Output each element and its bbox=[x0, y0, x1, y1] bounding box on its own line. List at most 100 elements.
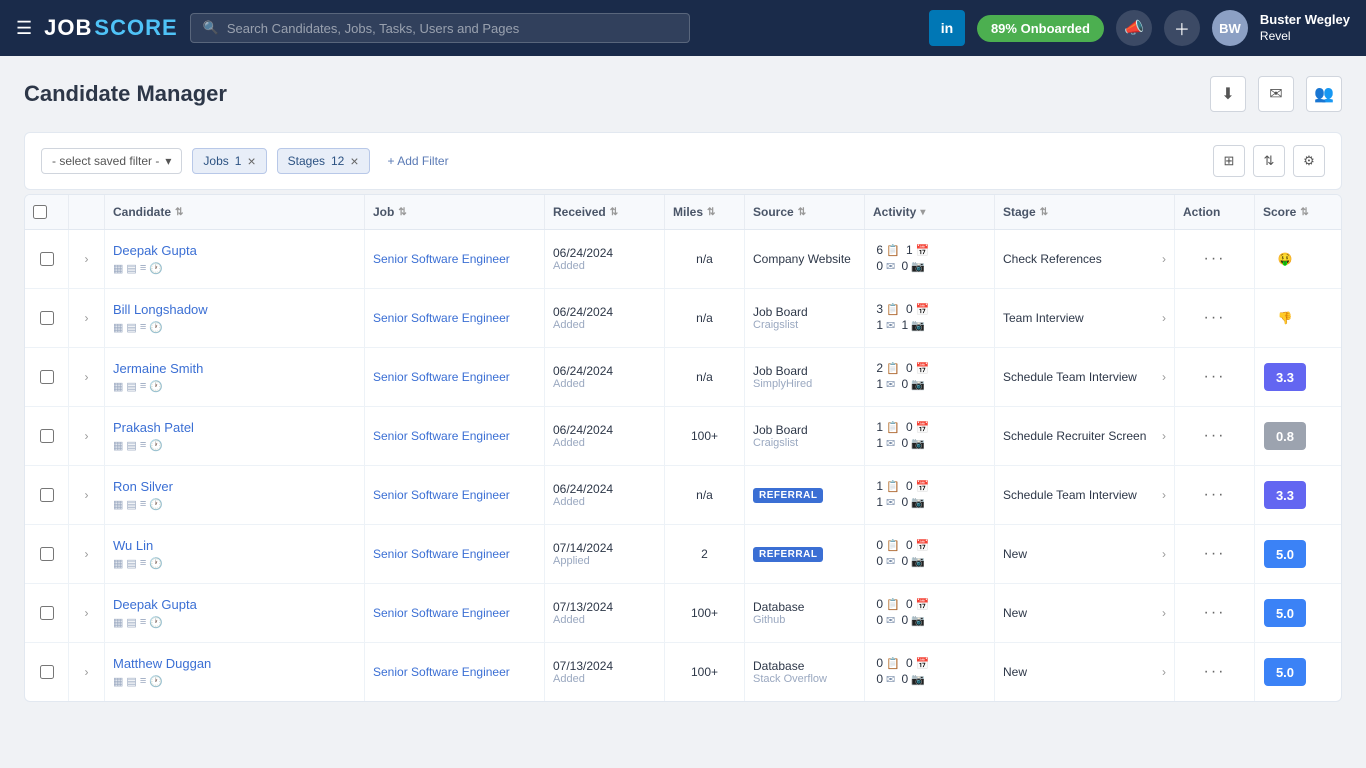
linkedin-button[interactable]: in bbox=[929, 10, 965, 46]
th-candidate[interactable]: Candidate ⇅ bbox=[105, 195, 365, 229]
miles-value: 100+ bbox=[691, 429, 718, 443]
action-menu-button[interactable]: ··· bbox=[1204, 427, 1226, 445]
expand-icon[interactable]: › bbox=[83, 368, 91, 386]
add-filter-button[interactable]: + Add Filter bbox=[380, 150, 457, 172]
people-button[interactable]: 👥 bbox=[1306, 76, 1342, 112]
megaphone-icon-button[interactable]: 📣 bbox=[1116, 10, 1152, 46]
stage-chevron-icon[interactable]: › bbox=[1162, 606, 1166, 620]
candidate-name[interactable]: Prakash Patel bbox=[113, 420, 194, 435]
action-menu-button[interactable]: ··· bbox=[1204, 604, 1226, 622]
row-checkbox[interactable] bbox=[40, 488, 54, 502]
saved-filter-select[interactable]: - select saved filter - ▾ bbox=[41, 148, 182, 174]
job-cell: Senior Software Engineer bbox=[365, 466, 545, 524]
stage-chevron-icon[interactable]: › bbox=[1162, 252, 1166, 266]
jobs-filter-remove[interactable]: × bbox=[247, 153, 255, 169]
stage-chevron-icon[interactable]: › bbox=[1162, 547, 1166, 561]
menu-icon[interactable]: ☰ bbox=[16, 18, 32, 39]
action-cell: ··· bbox=[1175, 525, 1255, 583]
job-link[interactable]: Senior Software Engineer bbox=[373, 252, 510, 266]
row-checkbox[interactable] bbox=[40, 665, 54, 679]
filter-settings-button[interactable]: ⚙ bbox=[1293, 145, 1325, 177]
expand-icon[interactable]: › bbox=[83, 663, 91, 681]
action-menu-button[interactable]: ··· bbox=[1204, 663, 1226, 681]
table-row: › Prakash Patel ▦ ▤ ≡ 🕐 Senior Software … bbox=[25, 407, 1341, 466]
row-checkbox[interactable] bbox=[40, 311, 54, 325]
act-num-2: 0 bbox=[903, 656, 913, 670]
job-link[interactable]: Senior Software Engineer bbox=[373, 488, 510, 502]
candidate-name[interactable]: Matthew Duggan bbox=[113, 656, 211, 671]
candidate-icons: ▦ ▤ ≡ 🕐 bbox=[113, 498, 163, 511]
th-miles[interactable]: Miles ⇅ bbox=[665, 195, 745, 229]
stage-cell: Schedule Team Interview › bbox=[995, 466, 1175, 524]
calendar-icon: 📅 bbox=[916, 539, 930, 552]
action-menu-button[interactable]: ··· bbox=[1204, 250, 1226, 268]
act-num-3: 1 bbox=[873, 436, 883, 450]
stages-filter-remove[interactable]: × bbox=[350, 153, 358, 169]
stage-chevron-icon[interactable]: › bbox=[1162, 429, 1166, 443]
received-date: 06/24/2024 bbox=[553, 482, 613, 496]
candidate-icons: ▦ ▤ ≡ 🕐 bbox=[113, 321, 163, 334]
row-checkbox[interactable] bbox=[40, 429, 54, 443]
job-link[interactable]: Senior Software Engineer bbox=[373, 547, 510, 561]
stage-chevron-icon[interactable]: › bbox=[1162, 311, 1166, 325]
th-activity[interactable]: Activity ▾ bbox=[865, 195, 995, 229]
page-actions: ⬇ ✉ 👥 bbox=[1210, 76, 1342, 112]
expand-icon[interactable]: › bbox=[83, 604, 91, 622]
row-checkbox[interactable] bbox=[40, 370, 54, 384]
activity-col: 0 📋 0 📅 0 ✉ 0 📷 bbox=[873, 538, 929, 570]
th-stage[interactable]: Stage ⇅ bbox=[995, 195, 1175, 229]
miles-value: 100+ bbox=[691, 606, 718, 620]
expand-icon[interactable]: › bbox=[83, 545, 91, 563]
action-menu-button[interactable]: ··· bbox=[1204, 545, 1226, 563]
candidate-icons: ▦ ▤ ≡ 🕐 bbox=[113, 557, 163, 570]
candidate-name[interactable]: Ron Silver bbox=[113, 479, 173, 494]
candidate-name[interactable]: Jermaine Smith bbox=[113, 361, 203, 376]
row-checkbox[interactable] bbox=[40, 606, 54, 620]
job-link[interactable]: Senior Software Engineer bbox=[373, 429, 510, 443]
action-menu-button[interactable]: ··· bbox=[1204, 486, 1226, 504]
expand-icon[interactable]: › bbox=[83, 250, 91, 268]
miles-value: 2 bbox=[701, 547, 708, 561]
th-job[interactable]: Job ⇅ bbox=[365, 195, 545, 229]
job-link[interactable]: Senior Software Engineer bbox=[373, 370, 510, 384]
source-name: Job Board bbox=[753, 423, 808, 437]
job-link[interactable]: Senior Software Engineer bbox=[373, 311, 510, 325]
stage-chevron-icon[interactable]: › bbox=[1162, 665, 1166, 679]
th-score[interactable]: Score ⇅ bbox=[1255, 195, 1315, 229]
add-button[interactable]: ＋ bbox=[1164, 10, 1200, 46]
activity-row-2: 1 ✉ 0 📷 bbox=[873, 377, 929, 391]
action-menu-button[interactable]: ··· bbox=[1204, 309, 1226, 327]
expand-icon[interactable]: › bbox=[83, 309, 91, 327]
act-num-4: 0 bbox=[898, 436, 908, 450]
job-cell: Senior Software Engineer bbox=[365, 407, 545, 465]
score-cell: 5.0 bbox=[1255, 584, 1315, 642]
candidate-name[interactable]: Wu Lin bbox=[113, 538, 153, 553]
th-expand bbox=[69, 195, 105, 229]
th-source[interactable]: Source ⇅ bbox=[745, 195, 865, 229]
select-all-checkbox[interactable] bbox=[33, 205, 47, 219]
job-link[interactable]: Senior Software Engineer bbox=[373, 606, 510, 620]
grid-view-button[interactable]: ⊞ bbox=[1213, 145, 1245, 177]
stage-chevron-icon[interactable]: › bbox=[1162, 488, 1166, 502]
onboarded-button[interactable]: 89% Onboarded bbox=[977, 15, 1104, 42]
action-menu-button[interactable]: ··· bbox=[1204, 368, 1226, 386]
activity-cell: 1 📋 0 📅 1 ✉ 0 📷 bbox=[865, 466, 995, 524]
row-checkbox[interactable] bbox=[40, 547, 54, 561]
act-num-3: 0 bbox=[873, 613, 883, 627]
job-link[interactable]: Senior Software Engineer bbox=[373, 665, 510, 679]
expand-icon[interactable]: › bbox=[83, 427, 91, 445]
avatar[interactable]: BW bbox=[1212, 10, 1248, 46]
candidate-name[interactable]: Bill Longshadow bbox=[113, 302, 208, 317]
stage-chevron-icon[interactable]: › bbox=[1162, 370, 1166, 384]
miles-cell: 100+ bbox=[665, 584, 745, 642]
search-input[interactable] bbox=[227, 21, 677, 36]
th-received[interactable]: Received ⇅ bbox=[545, 195, 665, 229]
email-button[interactable]: ✉ bbox=[1258, 76, 1294, 112]
sort-button[interactable]: ⇅ bbox=[1253, 145, 1285, 177]
expand-icon[interactable]: › bbox=[83, 486, 91, 504]
search-bar[interactable]: 🔍 bbox=[190, 13, 690, 43]
row-checkbox[interactable] bbox=[40, 252, 54, 266]
candidate-name[interactable]: Deepak Gupta bbox=[113, 597, 197, 612]
download-button[interactable]: ⬇ bbox=[1210, 76, 1246, 112]
candidate-name[interactable]: Deepak Gupta bbox=[113, 243, 197, 258]
